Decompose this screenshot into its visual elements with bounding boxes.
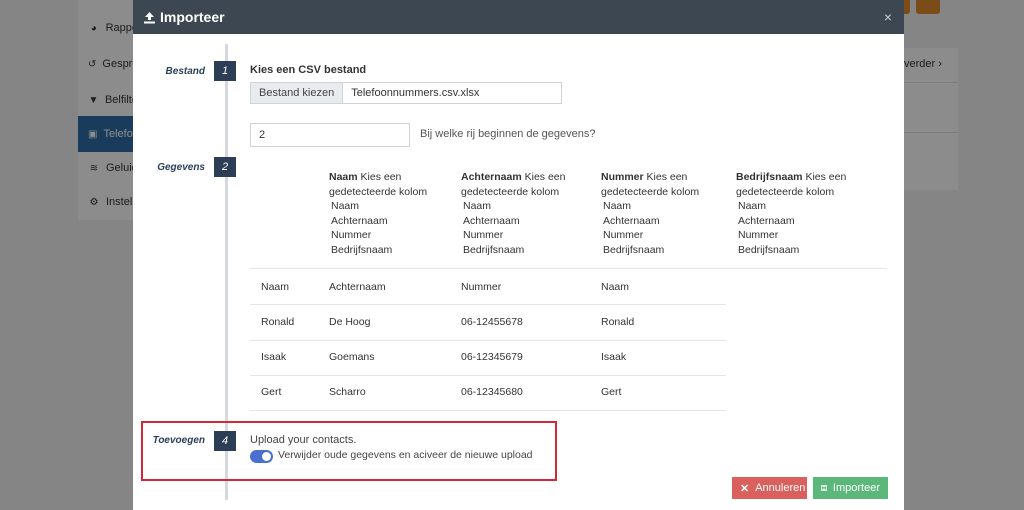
table-cell: 06-12345679 (461, 351, 523, 363)
mapping-option[interactable]: Naam (736, 199, 866, 214)
close-icon: ✕ (740, 482, 750, 495)
step-number-1: 1 (214, 61, 236, 81)
save-icon (821, 484, 827, 492)
column-mapping-achternaam[interactable]: Achternaam Kies een gedetecteerde kolom … (461, 170, 591, 257)
mapping-option[interactable]: Bedrijfsnaam (461, 243, 591, 258)
close-icon[interactable]: × (884, 9, 892, 25)
table-divider (250, 410, 726, 411)
mapping-option[interactable]: Nummer (461, 228, 591, 243)
step-label-gegevens: Gegevens (157, 162, 205, 173)
choose-file-button[interactable]: Bestand kiezen (251, 83, 344, 103)
table-cell: Ronald (261, 316, 295, 328)
mapping-option[interactable]: Naam (461, 199, 591, 214)
step-label-bestand: Bestand (165, 66, 205, 77)
table-cell: De Hoog (329, 316, 371, 328)
mapping-option[interactable]: Achternaam (461, 214, 591, 229)
upload-icon (144, 11, 155, 23)
file-section-title: Kies een CSV bestand (250, 64, 367, 76)
mapping-option[interactable]: Achternaam (601, 214, 731, 229)
table-cell: Goemans (329, 351, 375, 363)
table-cell: Ronald (601, 316, 635, 328)
modal-title: Importeer (143, 9, 225, 25)
mapping-option[interactable]: Achternaam (736, 214, 866, 229)
mapping-option[interactable]: Naam (601, 199, 731, 214)
mapping-option[interactable]: Bedrijfsnaam (736, 243, 866, 258)
table-divider (250, 340, 726, 341)
step-number-2: 2 (214, 157, 236, 177)
modal-header: Importeer × (133, 0, 904, 34)
column-mapping-naam[interactable]: Naam Kies een gedetecteerde kolom Naam A… (329, 170, 459, 257)
import-button[interactable]: Importeer (813, 477, 888, 499)
mapping-option[interactable]: Nummer (736, 228, 866, 243)
table-cell: 06-12455678 (461, 316, 523, 328)
table-divider (250, 268, 887, 269)
modal-title-text: Importeer (160, 9, 225, 25)
table-cell: Isaak (601, 351, 627, 363)
toggle-knob (262, 452, 271, 461)
import-modal: Importeer × Bestand 1 Kies een CSV besta… (133, 0, 904, 510)
mapping-option[interactable]: Nummer (329, 228, 459, 243)
table-cell: Naam (261, 281, 290, 293)
mapping-option[interactable]: Naam (329, 199, 459, 214)
mapping-option[interactable]: Nummer (601, 228, 731, 243)
table-cell: 06-12345680 (461, 386, 523, 398)
table-cell: Gert (601, 386, 622, 398)
mapping-option[interactable]: Bedrijfsnaam (329, 243, 459, 258)
replace-data-toggle[interactable] (250, 450, 273, 463)
table-cell: Nummer (461, 281, 502, 293)
table-cell: Gert (261, 386, 282, 398)
column-mapping-nummer[interactable]: Nummer Kies een gedetecteerde kolom Naam… (601, 170, 731, 257)
table-divider (250, 375, 726, 376)
file-picker[interactable]: Bestand kiezen Telefoonnummers.csv.xlsx (250, 82, 562, 104)
mapping-option[interactable]: Achternaam (329, 214, 459, 229)
table-cell: Scharro (329, 386, 366, 398)
start-row-question: Bij welke rij beginnen de gegevens? (420, 128, 596, 140)
table-cell: Achternaam (329, 281, 386, 293)
selected-file-name: Telefoonnummers.csv.xlsx (351, 87, 480, 99)
replace-data-toggle-label: Verwijder oude gegevens en aciveer de ni… (278, 449, 533, 461)
upload-description: Upload your contacts. (250, 434, 357, 446)
cancel-button[interactable]: ✕ Annuleren (732, 477, 807, 499)
table-cell: Isaak (261, 351, 287, 363)
table-cell: Naam (601, 281, 630, 293)
table-divider (250, 304, 726, 305)
column-mapping-bedrijfsnaam[interactable]: Bedrijfsnaam Kies een gedetecteerde kolo… (736, 170, 866, 257)
mapping-option[interactable]: Bedrijfsnaam (601, 243, 731, 258)
start-row-input[interactable]: 2 (250, 123, 410, 147)
